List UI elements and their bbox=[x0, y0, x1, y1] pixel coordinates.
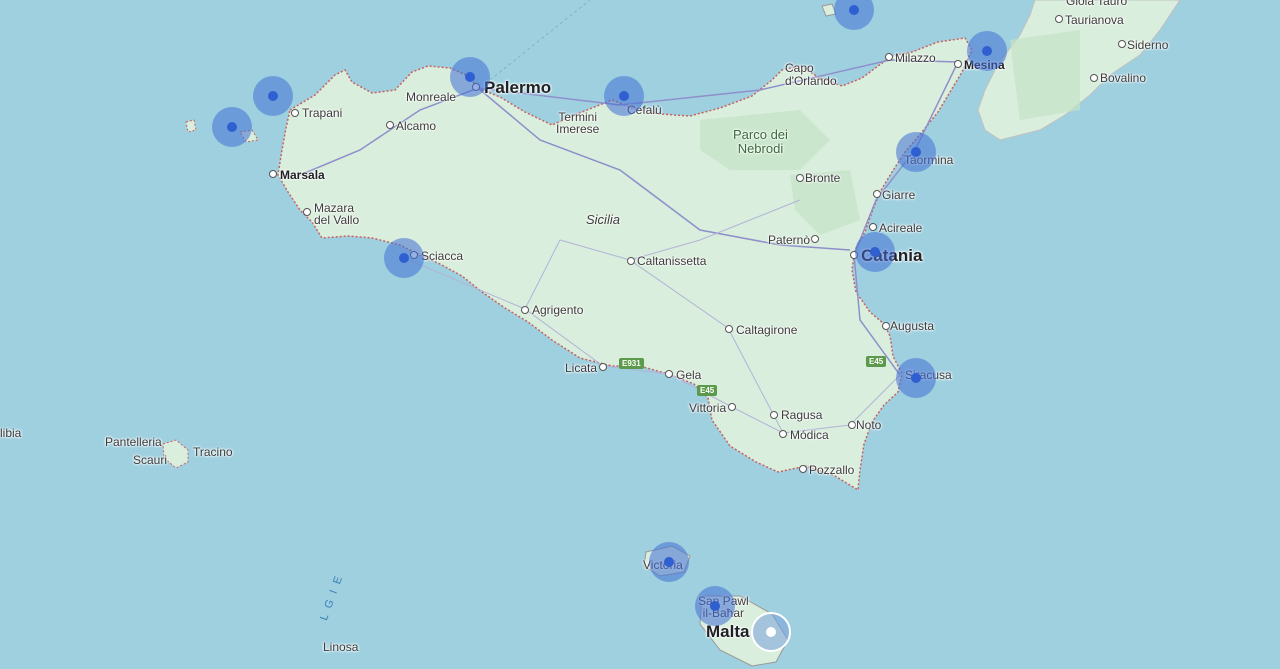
label-alcamo: Alcamo bbox=[396, 119, 437, 133]
label-mazara: Mazara del Vallo bbox=[314, 201, 360, 227]
augusta-dot bbox=[882, 322, 890, 330]
location-marker-messina[interactable] bbox=[967, 31, 1007, 71]
calabria-park-area bbox=[1010, 30, 1080, 120]
location-marker-victoria[interactable] bbox=[649, 542, 689, 582]
paterno-dot bbox=[811, 235, 819, 243]
milazzo-dot bbox=[885, 53, 893, 61]
location-marker-siracusa[interactable] bbox=[896, 358, 936, 398]
label-agrigento: Agrigento bbox=[532, 303, 584, 317]
messina-dot bbox=[954, 60, 962, 68]
agrigento-dot bbox=[521, 306, 529, 314]
label-monreale: Monreale bbox=[406, 90, 457, 104]
trapani-dot bbox=[291, 109, 299, 117]
label-modica: Módica bbox=[790, 428, 829, 442]
label-noto: Noto bbox=[856, 418, 882, 432]
location-marker-egadi[interactable] bbox=[212, 107, 252, 147]
label-palermo: Palermo bbox=[484, 78, 552, 97]
bronte-dot bbox=[796, 174, 804, 182]
label-sicilia: Sicilia bbox=[586, 212, 620, 227]
taurianova-dot bbox=[1055, 15, 1063, 23]
ferry-route bbox=[489, 0, 591, 81]
road-shield-e45-south: E45 bbox=[697, 385, 718, 396]
label-termini: Termini Imerese bbox=[556, 110, 600, 136]
label-caltagirone: Caltagirone bbox=[736, 323, 798, 337]
location-marker-palermo[interactable] bbox=[450, 57, 490, 97]
label-tracino: Tracino bbox=[193, 445, 233, 459]
label-caltanissetta: Caltanissetta bbox=[637, 254, 707, 268]
gela-dot bbox=[665, 370, 673, 378]
alcamo-dot bbox=[386, 121, 394, 129]
label-kelibia: libia bbox=[0, 426, 22, 440]
bovalino-dot bbox=[1090, 74, 1098, 82]
label-siderno: Siderno bbox=[1127, 38, 1169, 52]
road-shield-e45-east: E45 bbox=[866, 356, 887, 367]
label-marsala: Marsala bbox=[280, 168, 325, 182]
label-acireale: Acireale bbox=[879, 221, 923, 235]
label-gela: Gela bbox=[676, 368, 702, 382]
label-trapani: Trapani bbox=[302, 106, 343, 120]
label-pantelleria: Pantelleria bbox=[105, 435, 162, 449]
label-vittoria: Vittoria bbox=[689, 401, 727, 415]
label-capo-dorlando: Capo d'Orlando bbox=[785, 61, 837, 88]
egadi-island-1 bbox=[185, 119, 197, 133]
location-marker-catania[interactable] bbox=[855, 232, 895, 272]
road-shield-e931: E931 bbox=[619, 358, 644, 369]
location-marker-taormina[interactable] bbox=[896, 132, 936, 172]
modica-dot bbox=[779, 430, 787, 438]
caltagirone-dot bbox=[725, 325, 733, 333]
marsala-dot bbox=[269, 170, 277, 178]
acireale-dot bbox=[869, 223, 877, 231]
pozzallo-dot bbox=[799, 465, 807, 473]
siderno-dot bbox=[1118, 40, 1126, 48]
location-marker-trapani[interactable] bbox=[253, 76, 293, 116]
map-canvas[interactable]: Palermo Monreale Trapani Alcamo Marsala … bbox=[0, 0, 1280, 669]
label-pozzallo: Pozzallo bbox=[809, 463, 855, 477]
ragusa-dot bbox=[770, 411, 778, 419]
label-augusta: Augusta bbox=[890, 319, 935, 333]
label-taurianova: Taurianova bbox=[1065, 13, 1124, 27]
label-nebrodi-park: Parco dei Nebrodi bbox=[733, 127, 788, 156]
label-paterno: Paternò bbox=[768, 233, 811, 247]
label-bovalino: Bovalino bbox=[1100, 71, 1147, 85]
current-location-marker[interactable] bbox=[751, 612, 791, 652]
label-licata: Licata bbox=[565, 361, 598, 375]
label-sciacca: Sciacca bbox=[421, 249, 464, 263]
label-milazzo: Milazzo bbox=[895, 51, 936, 65]
vittoria-dot bbox=[728, 403, 736, 411]
licata-dot bbox=[599, 363, 607, 371]
label-gioia-tauro: Gioia Tauro bbox=[1066, 0, 1128, 8]
label-scauri: Scauri bbox=[133, 453, 168, 467]
location-marker-cefalu[interactable] bbox=[604, 76, 644, 116]
label-ragusa: Ragusa bbox=[781, 408, 823, 422]
label-bronte: Bronte bbox=[805, 171, 841, 185]
location-marker-sciacca[interactable] bbox=[384, 238, 424, 278]
mazara-dot bbox=[303, 208, 311, 216]
giarre-dot bbox=[873, 190, 881, 198]
location-marker-san-pawl[interactable] bbox=[695, 586, 735, 626]
noto-dot bbox=[848, 421, 856, 429]
label-linosa: Linosa bbox=[323, 640, 359, 654]
label-giarre: Giarre bbox=[882, 188, 916, 202]
caltanissetta-dot bbox=[627, 257, 635, 265]
